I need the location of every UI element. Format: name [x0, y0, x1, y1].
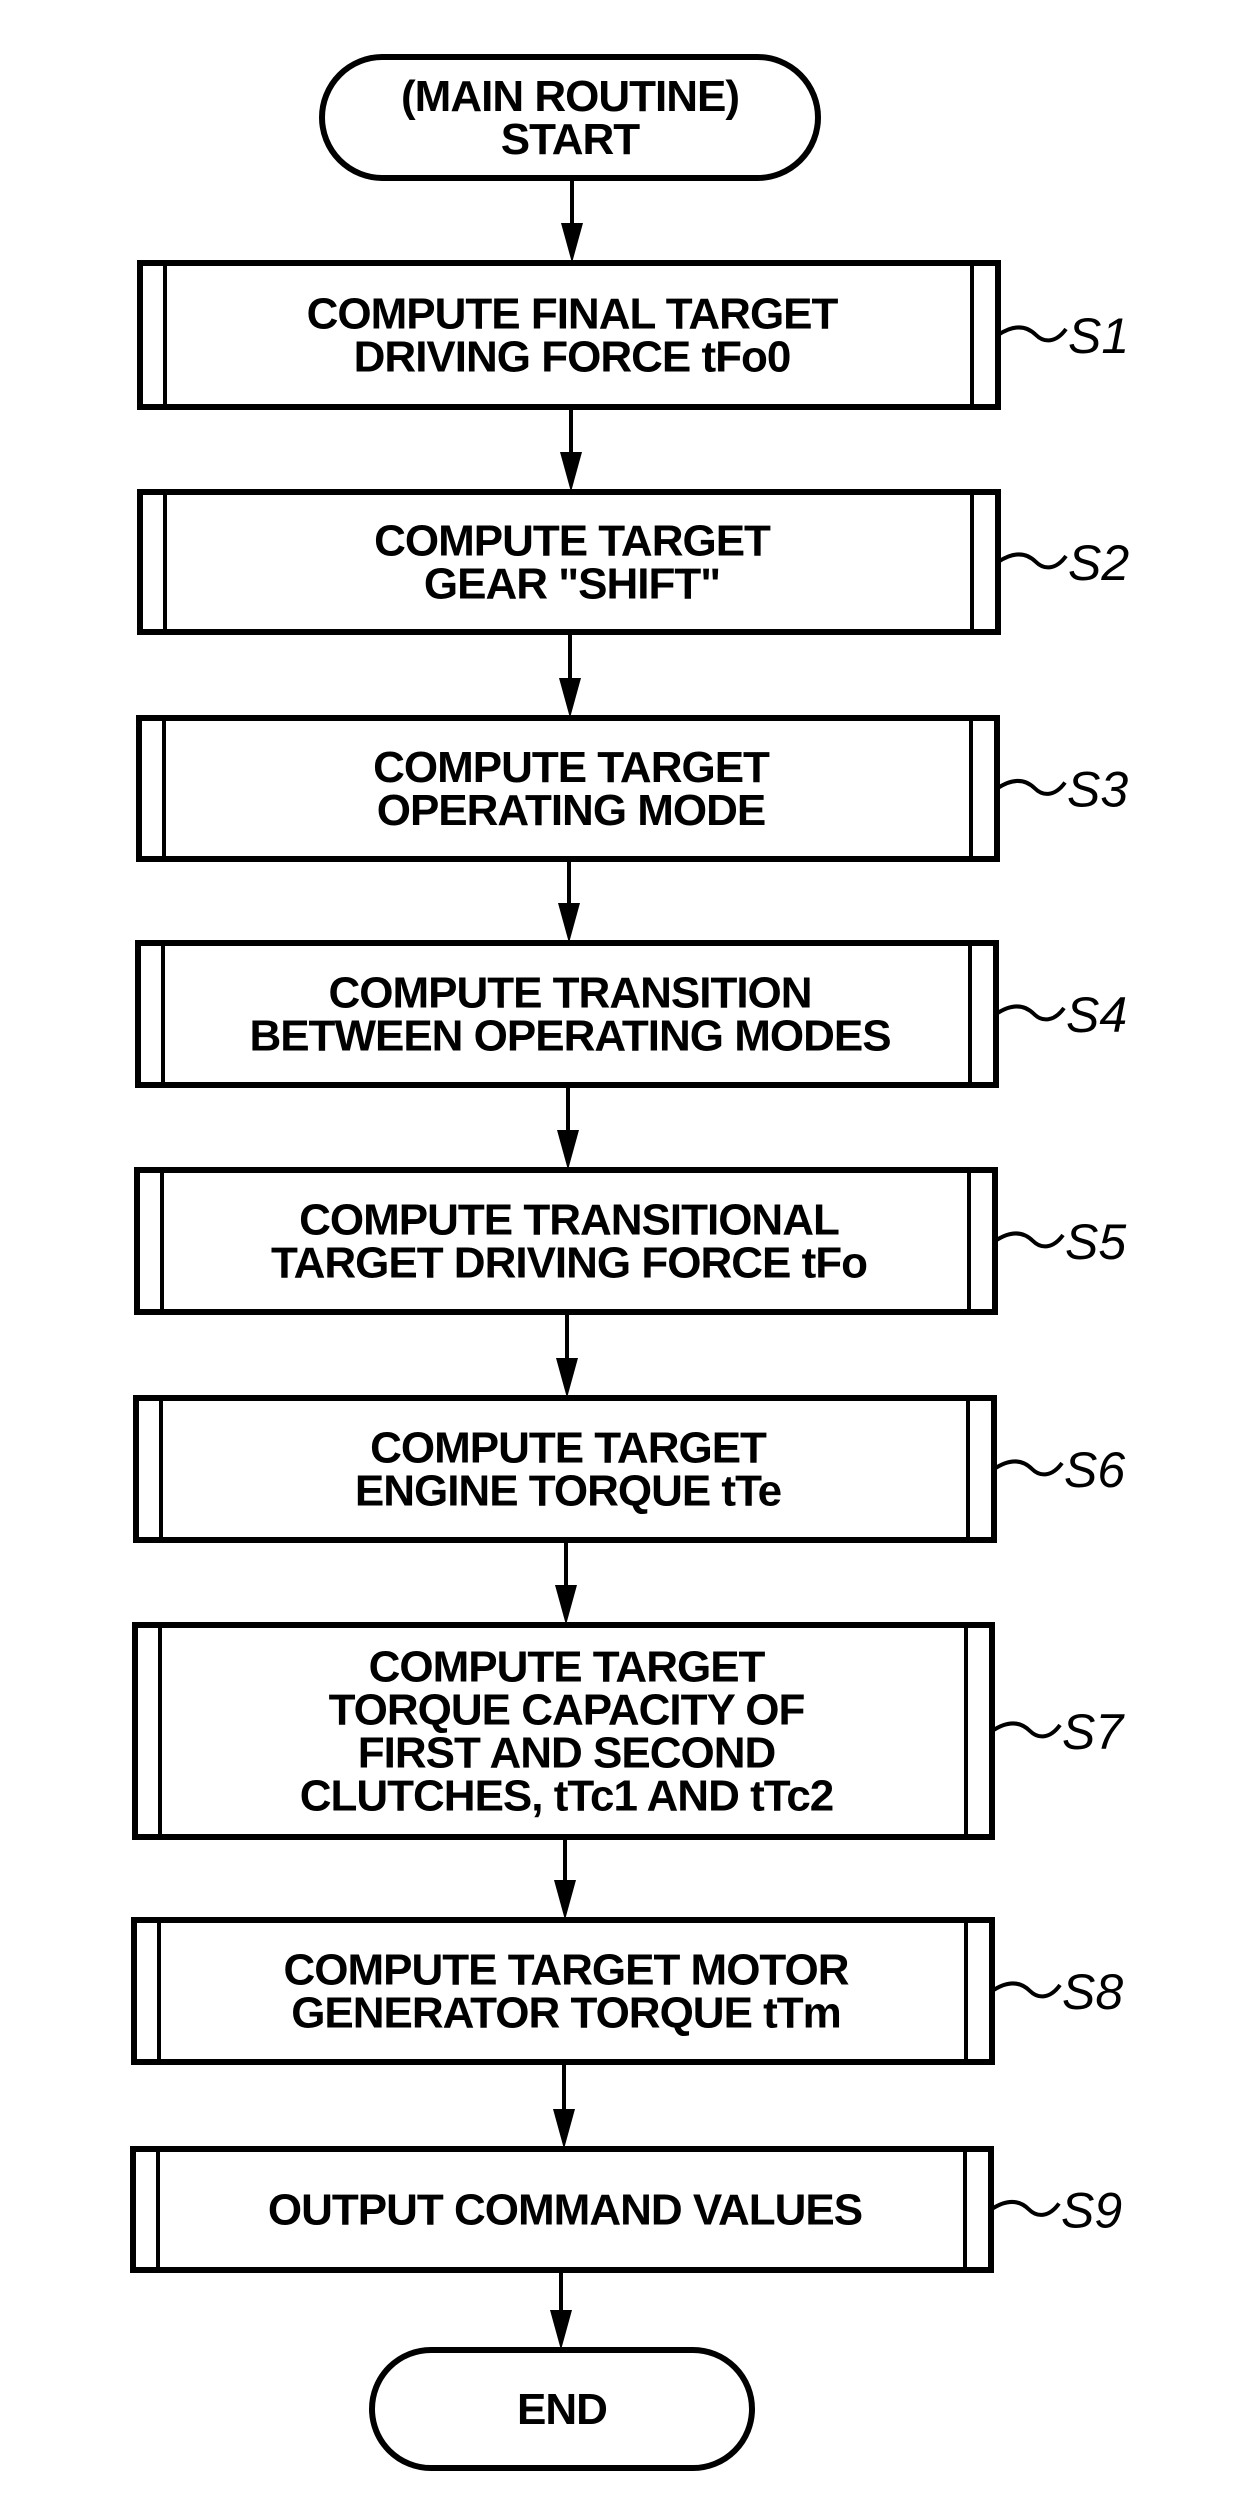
- step-label-text: S8: [1062, 1964, 1123, 2020]
- process-box-text-line: FIRST AND SECOND: [358, 1729, 776, 1778]
- process-box-text-line: COMPUTE TARGET: [374, 517, 771, 566]
- end-terminal-text-line: END: [517, 2385, 607, 2434]
- process-box-text-line: COMPUTE TRANSITION: [328, 969, 811, 1018]
- step-label-text: S6: [1064, 1442, 1125, 1498]
- step-label-text: S9: [1061, 2183, 1122, 2239]
- step-label-text: S2: [1068, 535, 1129, 591]
- process-box-text-line: ENGINE TORQUE tTe: [355, 1467, 781, 1516]
- step-label-text: S3: [1067, 762, 1128, 818]
- step-label-text: S7: [1062, 1704, 1125, 1760]
- process-box-text-line: COMPUTE TARGET: [373, 743, 770, 792]
- step-label-text: S5: [1065, 1214, 1126, 1270]
- process-box-text-line: TARGET DRIVING FORCE tFo: [271, 1239, 867, 1288]
- flowchart: (MAIN ROUTINE)START COMPUTE FINAL TARGETD…: [0, 0, 1251, 2503]
- step-label-text: S4: [1066, 987, 1127, 1043]
- process-box-text-line: COMPUTE TARGET: [370, 1424, 767, 1473]
- process-box-text-line: BETWEEN OPERATING MODES: [249, 1012, 890, 1061]
- process-box-text-line: OPERATING MODE: [377, 786, 766, 835]
- process-box-text-line: DRIVING FORCE tFo0: [354, 333, 791, 382]
- process-box-text-line: GENERATOR TORQUE tTm: [291, 1989, 841, 2038]
- process-box-text-line: COMPUTE TARGET MOTOR: [283, 1946, 848, 1995]
- process-box-text-line: GEAR "SHIFT": [424, 560, 720, 609]
- process-box-text-line: OUTPUT COMMAND VALUES: [268, 2186, 862, 2235]
- process-box-text-line: CLUTCHES, tTc1 AND tTc2: [300, 1772, 834, 1821]
- step-label-text: S1: [1068, 308, 1129, 364]
- start-terminal-text-line: (MAIN ROUTINE): [401, 72, 739, 121]
- process-box-text-line: COMPUTE TARGET: [369, 1643, 766, 1692]
- process-box-text-line: TORQUE CAPACITY OF: [329, 1686, 805, 1735]
- start-terminal-text-line: START: [501, 115, 641, 164]
- process-box-text-line: COMPUTE FINAL TARGET: [307, 290, 839, 339]
- process-box-text-line: COMPUTE TRANSITIONAL: [299, 1196, 839, 1245]
